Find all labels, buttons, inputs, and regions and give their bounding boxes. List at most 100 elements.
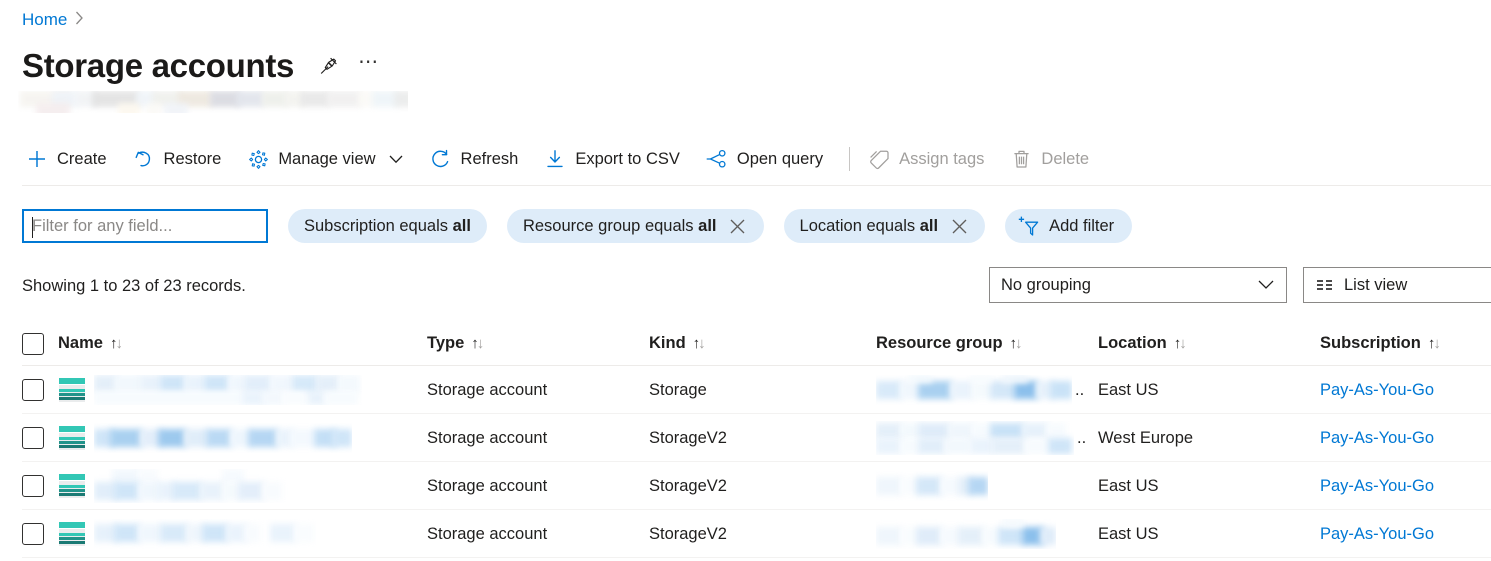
column-header-name-label: Name [58,334,103,352]
row-checkbox[interactable] [22,474,44,497]
list-view-icon [1316,275,1336,295]
delete-button-label: Delete [1041,150,1090,168]
select-all-checkbox[interactable] [22,332,44,355]
sort-arrows-icon: ↑ ↓ [692,335,706,352]
redacted-resource-group [876,518,1056,549]
list-view-button[interactable]: List view [1303,267,1491,303]
storage-accounts-table: Name ↑ ↓ Type ↑ ↓ Kind ↑ ↓ Resource group ↑… [22,322,1491,558]
cell-subscription-link[interactable]: Pay-As-You-Go [1320,525,1434,543]
search-input[interactable] [32,216,258,236]
delete-button[interactable]: Delete [1006,139,1101,179]
add-filter-button[interactable]: Add filter [1005,209,1133,243]
row-checkbox[interactable] [22,426,44,449]
filter-pill-location-prefix: Location equals [799,217,920,235]
list-view-label: List view [1344,276,1408,294]
cell-location: West Europe [1098,428,1194,447]
chevron-down-icon [1257,276,1275,294]
assign-tags-button[interactable]: Assign tags [864,139,996,179]
redacted-subtitle [18,91,408,113]
column-header-subscription-label: Subscription [1320,334,1421,352]
filter-pill-location[interactable]: Location equals all [783,209,986,243]
cell-kind: Storage [649,380,707,399]
create-button-label: Create [57,150,107,168]
filter-pill-subscription-prefix: Subscription equals [304,217,453,235]
table-row[interactable]: Storage account StorageV2 East US Pay-As… [22,462,1491,510]
row-checkbox[interactable] [22,378,44,401]
open-query-button[interactable]: Open query [702,139,835,179]
manage-view-button[interactable]: Manage view [243,139,415,179]
create-button[interactable]: Create [22,139,119,179]
sort-arrows-icon: ↑ ↓ [109,335,123,352]
redacted-resource-group [876,421,1074,455]
tag-icon [868,148,890,170]
cell-type: Storage account [427,476,548,495]
cell-subscription-link[interactable]: Pay-As-You-Go [1320,429,1434,447]
close-icon[interactable] [728,216,748,236]
open-query-button-label: Open query [736,150,824,168]
chevron-right-icon [75,9,84,31]
export-to-csv-button-label: Export to CSV [575,150,680,168]
column-header-resource-group[interactable]: Resource group ↑ ↓ [876,334,1023,353]
grouping-dropdown[interactable]: No grouping [989,267,1287,303]
plus-icon [26,148,48,170]
row-checkbox[interactable] [22,522,44,545]
select-all-cell [22,332,58,355]
pin-icon[interactable] [312,50,344,82]
cell-kind: StorageV2 [649,476,727,495]
gear-icon [247,148,269,170]
filter-pill-subscription-value: all [452,217,471,235]
download-icon [544,148,566,170]
column-header-type[interactable]: Type ↑ ↓ [427,334,649,353]
cell-subscription-link[interactable]: Pay-As-You-Go [1320,477,1434,495]
filter-pill-resource-group[interactable]: Resource group equals all [506,209,764,243]
filter-bar: Subscription equals all Resource group e… [22,207,1133,245]
table-row[interactable]: Storage account StorageV2 East US Pay-As… [22,510,1491,558]
cell-subscription-link[interactable]: Pay-As-You-Go [1320,381,1434,399]
column-header-location[interactable]: Location ↑ ↓ [1098,334,1320,353]
query-graph-icon [706,148,728,170]
column-header-resource-group-label: Resource group [876,334,1003,352]
redacted-name [94,519,316,549]
add-filter-icon [1018,215,1040,237]
column-header-name[interactable]: Name ↑ ↓ [58,334,123,353]
cell-kind: StorageV2 [649,524,727,543]
sort-arrows-icon: ↑ ↓ [471,335,485,352]
refresh-button[interactable]: Refresh [426,139,531,179]
records-summary: Showing 1 to 23 of 23 records. [22,277,246,295]
column-header-kind[interactable]: Kind ↑ ↓ [649,334,876,353]
cell-location: East US [1098,476,1159,495]
table-row[interactable]: Storage account Storage .. East US Pay-A… [22,366,1491,414]
sort-arrows-icon: ↑ ↓ [1173,335,1187,352]
cell-location: East US [1098,380,1159,399]
redacted-name [94,374,362,405]
cell-resource-group-truncated: .. [1075,380,1085,399]
redacted-name [94,423,352,453]
cell-type: Storage account [427,524,548,543]
restore-button[interactable]: Restore [129,139,234,179]
cell-kind: StorageV2 [649,428,727,447]
ellipsis-icon[interactable]: ⋯ [352,50,384,82]
page-title: Storage accounts [22,47,295,84]
manage-view-button-label: Manage view [278,150,376,168]
filter-pill-subscription[interactable]: Subscription equals all [288,209,487,243]
breadcrumb-item-home[interactable]: Home [22,9,67,31]
toolbar-underline [22,185,1491,186]
search-input-wrapper[interactable] [22,209,268,243]
breadcrumb: Home [22,9,84,31]
restore-icon [133,148,155,170]
restore-button-label: Restore [163,150,222,168]
column-header-kind-label: Kind [649,334,686,352]
toolbar-divider [849,147,851,171]
cell-location: East US [1098,524,1159,543]
table-row[interactable]: Storage account StorageV2 .. West Europe… [22,414,1491,462]
column-header-subscription[interactable]: Subscription ↑ ↓ [1320,334,1491,353]
column-header-location-label: Location [1098,334,1167,352]
refresh-button-label: Refresh [460,150,519,168]
column-header-type-label: Type [427,334,465,352]
filter-pill-resource-group-value: all [698,217,717,235]
close-icon[interactable] [949,216,969,236]
storage-account-icon [59,473,85,498]
cell-type: Storage account [427,428,548,447]
trash-icon [1010,148,1032,170]
export-to-csv-button[interactable]: Export to CSV [540,139,692,179]
